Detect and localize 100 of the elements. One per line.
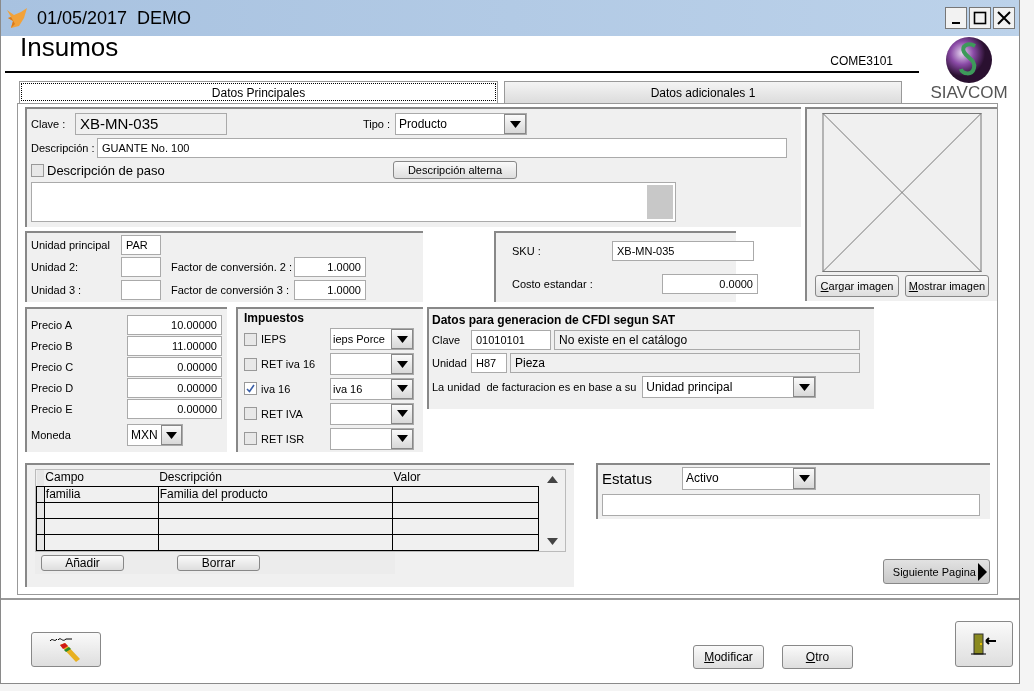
field-label: Estatus xyxy=(602,470,654,487)
tipo-dropdown[interactable]: Producto xyxy=(395,113,527,135)
field-label: Factor de conversión. 2 : xyxy=(171,261,294,274)
dropdown-arrow-button[interactable] xyxy=(504,114,526,134)
field-label: Tipo : xyxy=(363,118,392,130)
checkbox-label: iva 16 xyxy=(261,382,291,395)
tax-dropdown[interactable]: ieps Porce xyxy=(330,328,414,351)
base-unidad-dropdown[interactable]: Unidad principal xyxy=(642,376,817,398)
image-button[interactable]: Cargar imagen xyxy=(815,275,899,297)
clave-field[interactable]: XB-MN-035 xyxy=(75,113,227,135)
dropdown-arrow-button[interactable] xyxy=(793,377,816,397)
form-title: Insumos xyxy=(20,34,119,60)
field-label: SKU : xyxy=(512,244,542,257)
field-label: Precio B xyxy=(31,340,74,352)
minimize-button[interactable] xyxy=(945,7,967,29)
field-label: Descripción : xyxy=(31,142,96,154)
scroll-down-button[interactable] xyxy=(546,537,558,545)
field-label: Unidad 2: xyxy=(31,261,80,274)
unit-field[interactable] xyxy=(121,257,161,278)
tab[interactable]: Datos adicionales 1 xyxy=(504,81,902,103)
next-page-button[interactable]: Siguiente Pagina xyxy=(883,559,990,584)
field-label: La unidad de facturacion es en base a su xyxy=(432,381,637,393)
eraser-button[interactable] xyxy=(31,632,101,667)
descripcion-field[interactable]: GUANTE No. 100 xyxy=(97,138,787,158)
dropdown-arrow-button[interactable] xyxy=(391,329,413,350)
image-button[interactable]: Mostrar imagen xyxy=(905,275,989,297)
field-label: Precio A xyxy=(31,319,73,331)
factor-field[interactable]: 1.0000 xyxy=(294,279,366,300)
checkbox[interactable] xyxy=(244,432,257,446)
descripcion-alterna-button[interactable]: Descripción alterna xyxy=(393,161,517,179)
table-cell: Familia del producto xyxy=(158,486,393,502)
tax-dropdown[interactable] xyxy=(330,353,414,376)
section-title: Datos para generacion de CFDI segun SAT xyxy=(432,313,677,327)
field-label: Clave xyxy=(432,334,462,346)
factor-field[interactable]: 1.0000 xyxy=(294,257,366,278)
tab[interactable]: Datos Principales xyxy=(19,81,498,103)
costo-field[interactable]: 0.0000 xyxy=(662,274,758,295)
close-button[interactable] xyxy=(993,7,1015,29)
tax-dropdown[interactable] xyxy=(330,427,414,450)
column-header: Descripción xyxy=(158,470,393,486)
price-field[interactable]: 0.00000 xyxy=(127,357,222,377)
price-field[interactable]: 10.00000 xyxy=(127,315,222,335)
price-field[interactable]: 0.00000 xyxy=(127,378,222,398)
unit-field[interactable] xyxy=(121,279,161,300)
dropdown-arrow-button[interactable] xyxy=(391,428,413,449)
field-label: Precio D xyxy=(31,382,75,394)
form-code: COME3101 xyxy=(830,54,893,68)
dropdown-arrow-button[interactable] xyxy=(391,403,413,424)
footer-button[interactable]: Modificar xyxy=(693,645,764,669)
caret-icon xyxy=(509,120,521,128)
logo-text: SIAVCOM xyxy=(930,84,1008,102)
unit-field[interactable]: PAR xyxy=(121,235,161,256)
checkbox[interactable] xyxy=(244,357,257,371)
checkbox[interactable] xyxy=(244,407,257,421)
checkbox[interactable] xyxy=(244,382,257,396)
sku-field[interactable]: XB-MN-035 xyxy=(612,240,754,261)
field-label: Factor de conversión 3 : xyxy=(171,283,290,296)
exit-button[interactable] xyxy=(955,621,1013,667)
table-button[interactable]: Añadir xyxy=(41,554,124,571)
checkbox-label: RET IVA xyxy=(261,407,303,420)
checkbox-label: IEPS xyxy=(261,333,287,346)
field-label: Unidad principal xyxy=(31,239,111,252)
moneda-dropdown[interactable]: MXN xyxy=(127,424,183,446)
minimize-icon xyxy=(952,22,960,24)
checkbox[interactable] xyxy=(31,163,44,177)
logo-icon xyxy=(944,36,994,84)
footer-button[interactable]: Otro xyxy=(782,645,853,669)
dropdown-arrow-button[interactable] xyxy=(391,354,413,375)
dropdown-arrow-button[interactable] xyxy=(391,378,413,399)
section-title: Impuestos xyxy=(244,311,305,326)
caret-icon xyxy=(396,335,408,343)
close-icon xyxy=(997,11,1011,25)
checkbox[interactable] xyxy=(244,332,257,346)
checkbox-label: RET ISR xyxy=(261,432,305,445)
tax-dropdown[interactable]: iva 16 xyxy=(330,377,414,400)
unidad-description-field: Pieza xyxy=(510,353,860,373)
dropdown-arrow-button[interactable] xyxy=(793,468,815,489)
table-button[interactable]: Borrar xyxy=(177,554,260,571)
column-header: Valor xyxy=(392,470,539,486)
scroll-up-button[interactable] xyxy=(546,476,558,483)
column-header: Campo xyxy=(44,470,159,486)
arrow-right-icon xyxy=(978,562,987,581)
field-label: Precio E xyxy=(31,403,74,415)
tax-dropdown[interactable] xyxy=(330,402,414,425)
estatus-dropdown[interactable]: Activo xyxy=(682,467,816,490)
field-label: Precio C xyxy=(31,361,75,373)
scrollbar-thumb[interactable] xyxy=(647,185,673,219)
clave-sat-field[interactable]: 01010101 xyxy=(471,330,551,350)
price-field[interactable]: 11.00000 xyxy=(127,336,222,356)
caret-icon xyxy=(396,410,408,418)
caret-icon xyxy=(396,385,408,393)
caret-icon xyxy=(165,431,177,439)
price-field[interactable]: 0.00000 xyxy=(127,399,222,419)
caret-icon xyxy=(396,360,408,368)
checkbox-label: RET iva 16 xyxy=(261,358,316,371)
dropdown-arrow-button[interactable] xyxy=(160,425,182,445)
status-note-field[interactable] xyxy=(602,494,980,516)
unidad-sat-field[interactable]: H87 xyxy=(471,353,507,373)
field-label: Clave : xyxy=(31,118,67,130)
maximize-button[interactable] xyxy=(969,7,991,29)
